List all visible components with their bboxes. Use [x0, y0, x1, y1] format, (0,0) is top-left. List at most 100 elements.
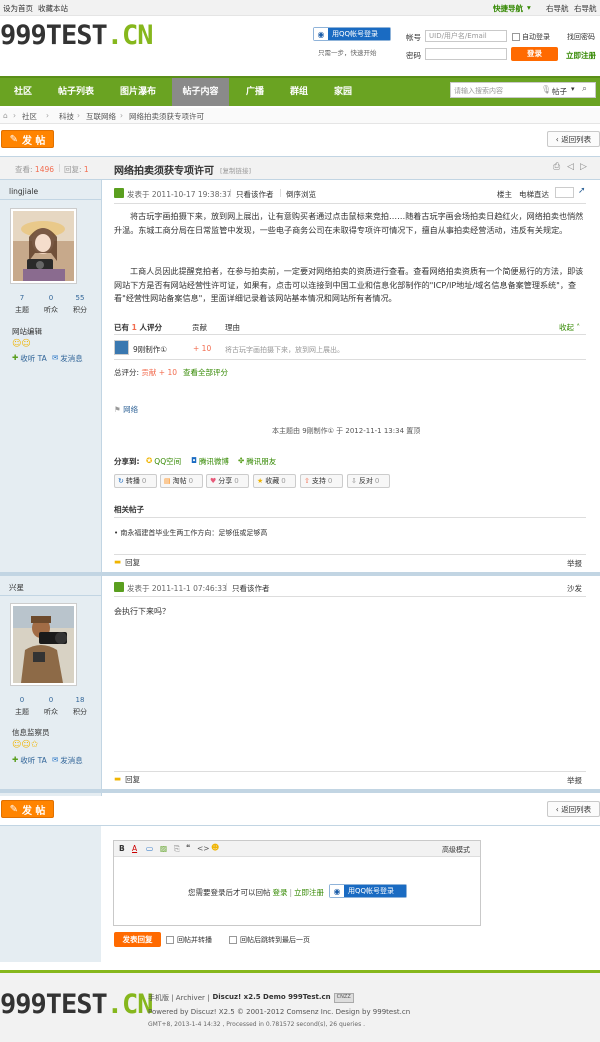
- post2-reply-button[interactable]: ▬ 回复: [114, 774, 140, 785]
- nav-groups[interactable]: 群组: [280, 78, 318, 106]
- post2-follow-button[interactable]: ✚ 收听 TA: [12, 755, 47, 766]
- font-color-icon[interactable]: A: [132, 844, 137, 853]
- editor-login-link[interactable]: 登录: [273, 887, 288, 898]
- link-icon[interactable]: ▭: [146, 844, 153, 853]
- site-logo[interactable]: 999TEST.CN: [0, 20, 154, 51]
- footer-nav-links[interactable]: 手机版 | Archiver |: [148, 993, 209, 1003]
- breadcrumb-item[interactable]: 互联网络: [86, 111, 116, 122]
- quick-nav-link[interactable]: 快捷导航: [493, 3, 523, 14]
- reply-editor[interactable]: B A ▭ ▨ ⎘ ❝ <> ☻ 高级模式 您需要登录后才可以回帖 登录 | 立…: [113, 840, 481, 926]
- submit-reply-button[interactable]: 发表回复: [114, 932, 161, 947]
- home-icon[interactable]: ⌂: [3, 111, 8, 120]
- post1-floor: 楼主: [497, 190, 512, 199]
- cnzz-badge-icon[interactable]: CNZZ: [333, 993, 354, 1003]
- microphone-icon[interactable]: 🎙: [541, 85, 551, 94]
- new-thread-button[interactable]: ✎ 发 帖: [1, 130, 54, 148]
- footer-logo[interactable]: 999TEST.CN: [0, 989, 154, 1020]
- thread-header: [0, 156, 600, 180]
- editor-qq-login-button[interactable]: ◉ 用QQ帐号登录: [329, 884, 407, 898]
- reply-forward-checkbox[interactable]: 回帖并转播: [166, 935, 212, 945]
- bookmark-link[interactable]: 收藏本站: [38, 3, 68, 14]
- post1-tag[interactable]: ⚑ 网络: [114, 404, 138, 415]
- register-link[interactable]: 立即注册: [566, 50, 596, 61]
- next-thread-icon[interactable]: ▷: [580, 162, 587, 172]
- print-icon[interactable]: ⎙: [553, 162, 560, 172]
- forgot-password-link[interactable]: 找回密码: [567, 32, 595, 42]
- only-author-link[interactable]: 只看该作者: [236, 189, 274, 200]
- share-tencent-friends[interactable]: ✤ 腾讯朋友: [238, 456, 276, 467]
- post2-only-author-link[interactable]: 只看该作者: [232, 583, 270, 594]
- post1-stat-followers[interactable]: 0 听众: [36, 294, 66, 315]
- search-input[interactable]: 请输入搜索内容: [454, 86, 503, 96]
- share-qzone[interactable]: ✪ QQ空间: [146, 456, 181, 467]
- login-button[interactable]: 登录: [511, 47, 558, 61]
- post1-reply-button[interactable]: ▬ 回复: [114, 557, 140, 568]
- rater-name[interactable]: 9刚制作①: [133, 344, 167, 355]
- breadcrumb-item[interactable]: 科技: [59, 111, 74, 122]
- post2-stat-credits[interactable]: 18 积分: [65, 696, 95, 717]
- set-home-link[interactable]: 设为首页: [3, 3, 33, 14]
- post2-avatar[interactable]: [10, 603, 77, 686]
- account-input[interactable]: UID/用户名/Email: [425, 30, 507, 42]
- favorite-button[interactable]: ★ 收藏 0: [253, 474, 296, 488]
- post2-rank[interactable]: 信息监察员: [12, 727, 50, 738]
- right-nav-link-2[interactable]: 右导航: [574, 3, 597, 14]
- post2-stat-threads[interactable]: 0 主题: [7, 696, 37, 717]
- nav-broadcast[interactable]: 广播: [236, 78, 274, 106]
- reverse-order-link[interactable]: 倒序浏览: [286, 189, 316, 200]
- back-to-list-button-bottom[interactable]: ‹ 返回列表: [547, 801, 600, 817]
- quote-icon[interactable]: ❝: [186, 843, 190, 852]
- copy-link[interactable]: [复制链接]: [220, 165, 251, 175]
- post1-author[interactable]: lingjiale: [9, 187, 38, 196]
- post2-message-button[interactable]: ✉ 发消息: [52, 755, 83, 766]
- rating-collapse-link[interactable]: 收起 ˄: [559, 322, 580, 333]
- post1-rank[interactable]: 网站编辑: [12, 326, 42, 337]
- editor-register-link[interactable]: 立即注册: [294, 887, 324, 898]
- post1-follow-button[interactable]: ✚ 收听 TA: [12, 353, 47, 364]
- attachment-icon[interactable]: ⎘: [174, 844, 180, 854]
- footer: 999TEST.CN 手机版 | Archiver | Discuz! x2.5…: [0, 970, 600, 1042]
- share-tencent-weibo[interactable]: ◘ 腾讯微博: [191, 456, 229, 467]
- collect-tao-button[interactable]: ▤ 淘帖 0: [160, 474, 203, 488]
- post1-stat-threads[interactable]: 7 主题: [7, 294, 37, 315]
- breadcrumb-item[interactable]: 社区: [22, 111, 37, 122]
- post2-report-link[interactable]: 举报: [567, 775, 582, 786]
- post1-stat-credits[interactable]: 55 积分: [65, 294, 95, 315]
- new-thread-button-bottom[interactable]: ✎ 发 帖: [1, 800, 54, 818]
- related-item[interactable]: • 南永福建首毕业生两工作方向：足够低或足够高: [114, 528, 267, 538]
- advanced-mode-link[interactable]: 高级模式: [442, 845, 470, 855]
- share-button[interactable]: ♥ 分享 0: [206, 474, 249, 488]
- forward-button[interactable]: ↻ 转播 0: [114, 474, 157, 488]
- jump-last-page-checkbox[interactable]: 回帖后跳转到最后一页: [229, 935, 310, 945]
- auto-login-checkbox[interactable]: 自动登录: [512, 32, 550, 42]
- post1-avatar[interactable]: [10, 208, 77, 284]
- nav-thread-content[interactable]: 帖子内容: [172, 78, 229, 106]
- elevator-input[interactable]: [555, 187, 574, 198]
- breadcrumb-item[interactable]: 网络拍卖须获专项许可: [129, 111, 204, 122]
- right-nav-link-1[interactable]: 右导航: [546, 3, 569, 14]
- post2-stat-followers[interactable]: 0 听众: [36, 696, 66, 717]
- post1-report-link[interactable]: 举报: [567, 558, 582, 569]
- view-all-ratings-link[interactable]: 查看全部评分: [183, 367, 228, 378]
- rater-avatar[interactable]: [114, 340, 129, 355]
- password-input[interactable]: [425, 48, 507, 60]
- support-button[interactable]: ⇧ 支持 0: [300, 474, 343, 488]
- search-icon[interactable]: ⌕: [582, 84, 587, 94]
- go-arrow-icon[interactable]: ➚: [578, 186, 586, 196]
- nav-home[interactable]: 家园: [324, 78, 362, 106]
- bold-icon[interactable]: B: [119, 844, 125, 853]
- post1-message-button[interactable]: ✉ 发消息: [52, 353, 83, 364]
- smiley-icon[interactable]: ☻: [211, 843, 219, 852]
- nav-community[interactable]: 社区: [4, 78, 42, 106]
- prev-thread-icon[interactable]: ◁: [567, 162, 574, 172]
- back-to-list-button[interactable]: ‹ 返回列表: [547, 131, 600, 147]
- search-scope-select[interactable]: 帖子: [552, 86, 567, 97]
- oppose-button[interactable]: ⇩ 反对 0: [347, 474, 390, 488]
- post2-author[interactable]: 兴星: [9, 582, 24, 593]
- qq-login-button[interactable]: ◉ 用QQ帐号登录: [313, 27, 391, 41]
- image-icon[interactable]: ▨: [160, 844, 167, 853]
- nav-thread-list[interactable]: 帖子列表: [48, 78, 104, 106]
- footer-brand[interactable]: Discuz! x2.5 Demo 999Test.cn: [212, 993, 330, 1003]
- nav-image-waterfall[interactable]: 图片瀑布: [110, 78, 166, 106]
- code-icon[interactable]: <>: [197, 844, 210, 853]
